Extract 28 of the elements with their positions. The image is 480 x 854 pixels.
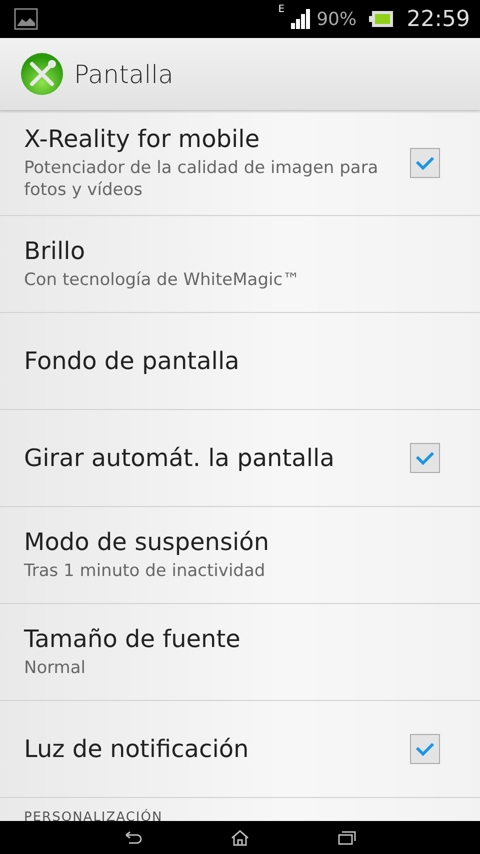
checkmark-icon (415, 451, 435, 465)
section-header: PERSONALIZACIÓN (23, 808, 164, 821)
setting-summary: Con tecnología de WhiteMagic™ (24, 268, 301, 292)
battery-percent: 90% (316, 8, 357, 30)
picture-notification-icon (14, 8, 38, 30)
signal-icon (290, 9, 311, 29)
battery-icon (368, 11, 393, 27)
setting-title[interactable]: Girar automát. la pantalla (24, 444, 410, 472)
setting-summary: Potenciador de la calidad de imagen para fotos y vídeos (24, 156, 380, 202)
home-icon[interactable] (230, 830, 249, 846)
network-type: E (278, 4, 285, 15)
setting-title[interactable]: X-Reality for mobile (24, 124, 410, 153)
recent-apps-icon[interactable] (338, 830, 356, 844)
setting-summary: Normal (24, 656, 87, 680)
setting-summary: Tras 1 minuto de inactividad (24, 560, 266, 582)
setting-title[interactable]: Fondo de pantalla (24, 347, 456, 375)
back-icon[interactable] (124, 830, 142, 844)
checkbox[interactable] (410, 148, 440, 178)
setting-title[interactable]: Modo de suspensión (24, 528, 456, 556)
checkmark-icon (415, 742, 435, 756)
setting-title[interactable]: Tamaño de fuente (24, 624, 456, 653)
checkbox[interactable] (410, 443, 440, 473)
checkmark-icon (415, 156, 435, 170)
setting-title[interactable]: Brillo (24, 236, 456, 265)
screen-title: Pantalla (74, 60, 174, 88)
setting-title[interactable]: Luz de notificación (24, 735, 410, 763)
clock-time: 22:59 (406, 6, 470, 32)
checkbox[interactable] (410, 734, 440, 764)
